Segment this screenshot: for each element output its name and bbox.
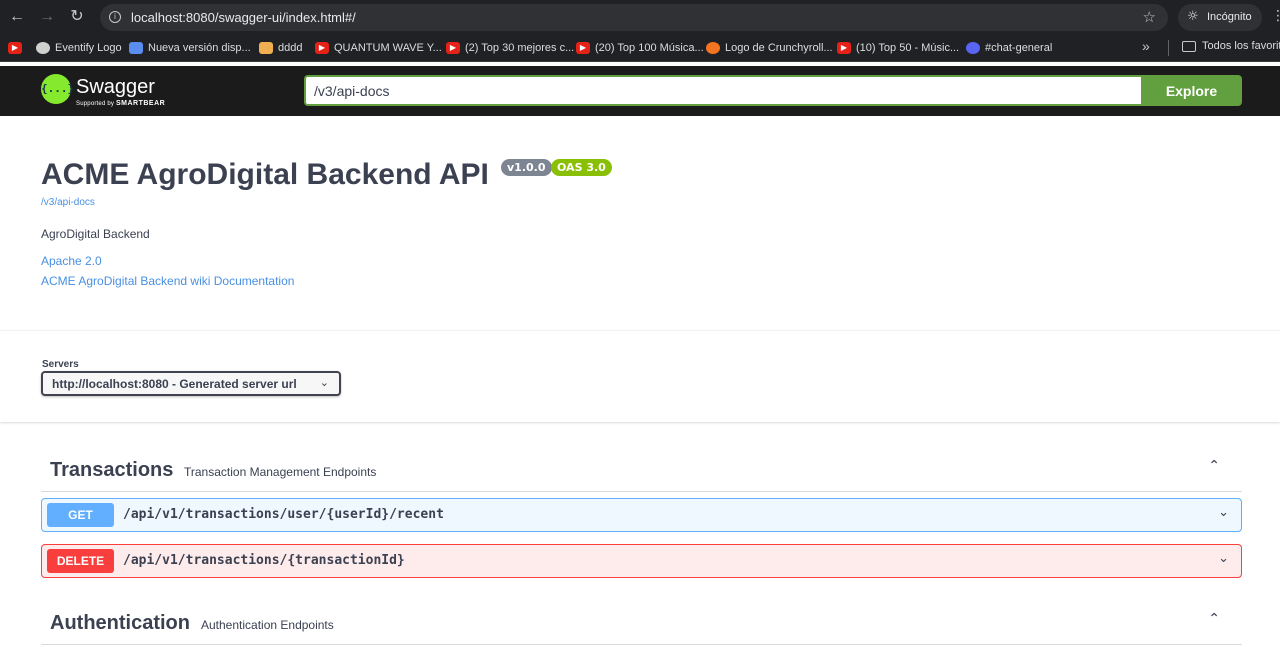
bookmark-item[interactable]: ▶ QUANTUM WAVE Y...: [315, 40, 442, 56]
bookmarks-divider: [1168, 40, 1169, 56]
supported-by-text: Supported by SMARTBEAR: [76, 100, 166, 107]
bookmark-item[interactable]: Logo de Crunchyroll...: [706, 40, 833, 56]
tag-name: Authentication: [50, 612, 190, 634]
chevron-down-icon[interactable]: ⌄: [1218, 505, 1229, 520]
bookmark-label: #chat-general: [985, 42, 1053, 54]
bookmark-item[interactable]: ▶ (2) Top 30 mejores c...: [446, 40, 574, 56]
swagger-logo-icon[interactable]: {...}: [41, 74, 74, 104]
api-description: AgroDigital Backend: [41, 227, 150, 241]
tag-transactions[interactable]: Transactions Transaction Management Endp…: [41, 452, 1242, 492]
chevron-up-icon[interactable]: ⌃: [1208, 458, 1220, 474]
oas-badge: OAS 3.0: [551, 159, 612, 176]
bookmark-item[interactable]: Eventify Logo: [36, 40, 122, 56]
method-badge: GET: [47, 503, 114, 527]
github-icon: [36, 42, 50, 54]
tag-description: Transaction Management Endpoints: [184, 465, 377, 479]
bookmarks-overflow-icon[interactable]: »: [1142, 38, 1150, 54]
bookmark-label: QUANTUM WAVE Y...: [334, 42, 442, 54]
bookmark-label: (20) Top 100 Música...: [595, 42, 704, 54]
discord-icon: [966, 42, 980, 54]
bookmarks-bar: ▶ Eventify Logo Nueva versión disp... dd…: [0, 34, 1280, 62]
bookmark-item[interactable]: Nueva versión disp...: [129, 40, 251, 56]
tag-authentication[interactable]: Authentication Authentication Endpoints …: [41, 605, 1242, 645]
all-bookmarks-folder[interactable]: Todos los favoritos: [1182, 40, 1280, 52]
operation-delete-transaction[interactable]: DELETE /api/v1/transactions/{transaction…: [41, 544, 1242, 578]
spec-url-input[interactable]: [304, 75, 1142, 106]
bookmark-label: (2) Top 30 mejores c...: [465, 42, 575, 54]
operation-path: /api/v1/transactions/{transactionId}: [123, 553, 405, 568]
back-arrow-icon[interactable]: ←: [8, 8, 26, 26]
explore-button[interactable]: Explore: [1141, 75, 1242, 106]
reload-icon[interactable]: ↻: [68, 8, 86, 26]
chevron-down-icon: ⌄: [319, 376, 329, 389]
swagger-brand: Swagger: [76, 76, 155, 98]
spec-link[interactable]: /v3/api-docs: [41, 197, 95, 208]
crunchyroll-icon: [706, 42, 720, 54]
address-url[interactable]: localhost:8080/swagger-ui/index.html#/: [131, 10, 356, 25]
incognito-label: Incógnito: [1207, 11, 1252, 23]
servers-label: Servers: [42, 359, 79, 370]
tag-description: Authentication Endpoints: [201, 618, 334, 632]
youtube-icon: ▶: [837, 42, 851, 54]
servers-select[interactable]: http://localhost:8080 - Generated server…: [41, 371, 341, 396]
incognito-icon: ☼: [1187, 9, 1199, 24]
page-title: ACME AgroDigital Backend API: [41, 158, 489, 191]
bookmark-label: Nueva versión disp...: [148, 42, 251, 54]
bookmark-label: Eventify Logo: [55, 42, 122, 54]
all-bookmarks-label: Todos los favoritos: [1202, 40, 1280, 52]
address-bar[interactable]: i localhost:8080/swagger-ui/index.html#/…: [100, 4, 1168, 31]
bookmark-item[interactable]: dddd: [259, 40, 302, 56]
servers-selected-value: http://localhost:8080 - Generated server…: [52, 377, 297, 391]
youtube-icon: ▶: [576, 42, 590, 54]
bookmark-item[interactable]: ▶ (10) Top 50 - Músic...: [837, 40, 959, 56]
youtube-icon: ▶: [446, 42, 460, 54]
incognito-button[interactable]: ☼ Incógnito: [1178, 4, 1262, 31]
youtube-icon: ▶: [315, 42, 329, 54]
tag-name: Transactions: [50, 459, 174, 481]
bookmark-label: dddd: [278, 42, 303, 54]
browser-menu-icon[interactable]: ⋮: [1271, 8, 1280, 24]
file-icon: [259, 42, 273, 54]
license-link[interactable]: Apache 2.0: [41, 254, 102, 268]
bookmark-item[interactable]: #chat-general: [966, 40, 1052, 56]
chevron-down-icon[interactable]: ⌄: [1218, 551, 1229, 566]
forward-arrow-icon[interactable]: →: [38, 8, 56, 26]
docs-link[interactable]: ACME AgroDigital Backend wiki Documentat…: [41, 274, 294, 288]
folder-icon: [1182, 40, 1196, 52]
bookmark-label: Logo de Crunchyroll...: [725, 42, 833, 54]
operation-path: /api/v1/transactions/user/{userId}/recen…: [123, 507, 444, 522]
shield-icon: [129, 42, 143, 54]
version-badge: v1.0.0: [501, 159, 552, 176]
youtube-icon: ▶: [8, 42, 22, 54]
browser-toolbar: ← → ↻ i localhost:8080/swagger-ui/index.…: [0, 0, 1280, 34]
bookmark-item[interactable]: ▶: [8, 40, 27, 56]
bookmark-star-icon[interactable]: ☆: [1143, 8, 1156, 26]
chevron-up-icon[interactable]: ⌃: [1208, 611, 1220, 627]
bookmark-item[interactable]: ▶ (20) Top 100 Música...: [576, 40, 704, 56]
operation-get-recent-transactions[interactable]: GET /api/v1/transactions/user/{userId}/r…: [41, 498, 1242, 532]
bookmark-label: (10) Top 50 - Músic...: [856, 42, 960, 54]
method-badge: DELETE: [47, 549, 114, 573]
site-info-icon[interactable]: i: [109, 11, 121, 23]
